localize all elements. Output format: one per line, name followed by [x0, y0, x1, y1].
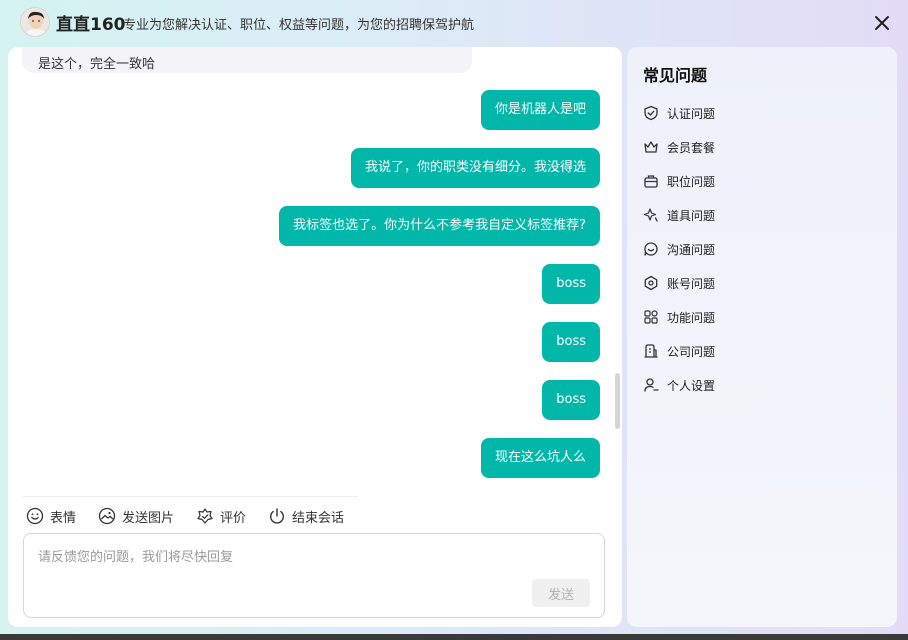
sent-message: 现在这么坑人么: [480, 438, 600, 478]
send-button[interactable]: 发送: [532, 579, 590, 607]
faq-item-position[interactable]: 职位问题: [643, 164, 715, 198]
faq-item-communication[interactable]: 沟通问题: [643, 232, 715, 266]
scrollbar-thumb[interactable]: [615, 373, 620, 429]
send-image-button[interactable]: 发送图片: [98, 507, 174, 526]
faq-item-props[interactable]: 道具问题: [643, 198, 715, 232]
faq-item-label: 道具问题: [667, 208, 716, 223]
sparkle-icon: [643, 207, 659, 223]
hexagon-account-icon: [643, 275, 659, 291]
sent-message: 我说了，你的职类没有细分。我没得选: [350, 148, 600, 188]
header: 直直160 专业为您解决认证、职位、权益等问题，为您的招聘保驾护航: [0, 0, 908, 46]
rate-button[interactable]: 评价: [196, 507, 246, 526]
send-image-label: 发送图片: [122, 510, 175, 526]
faq-list: 认证问题 会员套餐 职位问题 道具问题 沟通问题 账号问题 功能问题 公司问题 …: [643, 96, 715, 402]
briefcase-icon: [643, 173, 659, 189]
faq-item-label: 公司问题: [667, 344, 716, 359]
close-icon[interactable]: [872, 13, 892, 33]
sent-message: 你是机器人是吧: [480, 90, 600, 130]
brand-name: 直直160: [56, 15, 126, 35]
sent-message: boss: [542, 322, 600, 362]
faq-title: 常见问题: [643, 66, 708, 85]
crown-icon: [643, 139, 659, 155]
faq-item-features[interactable]: 功能问题: [643, 300, 715, 334]
power-icon: [270, 508, 285, 524]
faq-item-label: 职位问题: [667, 174, 716, 189]
sent-message: 我标签也选了。你为什么不参考我自定义标签推荐?: [279, 206, 600, 246]
divider: [22, 496, 358, 497]
grid-apps-icon: [643, 309, 659, 325]
emoji-label: 表情: [50, 510, 77, 526]
header-slogan: 专业为您解决认证、职位、权益等问题，为您的招聘保驾护航: [123, 18, 475, 33]
chat-panel: 是这个，完全一致哈 你是机器人是吧 我说了，你的职类没有细分。我没得选 我标签也…: [8, 47, 622, 627]
faq-item-certification[interactable]: 认证问题: [643, 96, 715, 130]
chat-bubble-icon: [643, 241, 659, 257]
user-settings-icon: [643, 377, 659, 393]
faq-item-label: 功能问题: [667, 310, 716, 325]
shield-check-icon: [643, 105, 659, 121]
message-list[interactable]: 是这个，完全一致哈 你是机器人是吧 我说了，你的职类没有细分。我没得选 我标签也…: [8, 47, 622, 493]
chat-toolbar: 表情 发送图片 评价 结束会话: [26, 503, 366, 529]
faq-item-company[interactable]: 公司问题: [643, 334, 715, 368]
received-message: 是这个，完全一致哈: [22, 47, 472, 73]
message-input[interactable]: [38, 546, 588, 586]
smile-icon: [26, 507, 44, 525]
faq-item-label: 会员套餐: [667, 140, 716, 155]
faq-panel: 常见问题 认证问题 会员套餐 职位问题 道具问题 沟通问题 账号问题 功能问题 …: [627, 47, 897, 627]
faq-item-label: 个人设置: [667, 378, 716, 393]
close-button[interactable]: [872, 13, 892, 33]
faq-item-account[interactable]: 账号问题: [643, 266, 715, 300]
message-input-box: 发送: [23, 533, 605, 618]
end-session-button[interactable]: 结束会话: [268, 507, 344, 526]
faq-item-personal-settings[interactable]: 个人设置: [643, 368, 715, 402]
window-bottom-edge: [0, 634, 908, 640]
end-session-label: 结束会话: [292, 510, 345, 526]
faq-item-label: 账号问题: [667, 276, 716, 291]
avatar-portrait-icon: [21, 8, 49, 36]
emoji-button[interactable]: 表情: [26, 507, 76, 526]
building-icon: [643, 343, 659, 359]
image-icon: [98, 507, 116, 525]
rate-label: 评价: [220, 510, 247, 526]
sent-message: boss: [542, 264, 600, 304]
faq-item-membership[interactable]: 会员套餐: [643, 130, 715, 164]
faq-item-label: 沟通问题: [667, 242, 716, 257]
faq-item-label: 认证问题: [667, 106, 716, 121]
rate-flower-icon: [197, 508, 213, 524]
sent-message: boss: [542, 380, 600, 420]
avatar: [20, 7, 50, 37]
